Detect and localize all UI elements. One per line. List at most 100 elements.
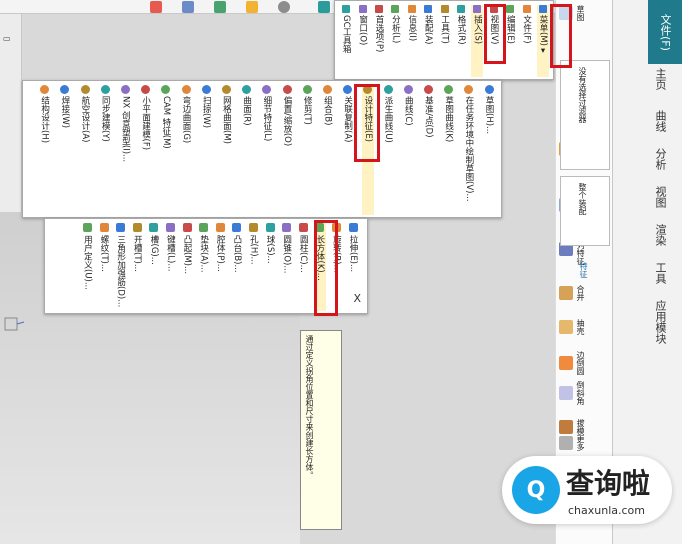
menu-item-icon: [464, 85, 474, 94]
menu2-item[interactable]: 在任务环境中绘制草图(V)...: [463, 85, 475, 215]
save-icon[interactable]: [150, 1, 162, 13]
menu2-item[interactable]: 同步建模(Y): [99, 85, 111, 215]
menu3-item[interactable]: 凸起(M)...: [181, 223, 193, 311]
menu3-item[interactable]: 槽(G)...: [148, 223, 160, 311]
scroll-handle-icon[interactable]: ▭: [3, 34, 11, 43]
menu-item-label: 球(S)...: [265, 235, 275, 264]
menu-item-icon: [423, 85, 433, 94]
menu1-item[interactable]: 插入(S): [471, 5, 484, 77]
menu3-item[interactable]: 三角形加强筋(D)...: [115, 223, 127, 311]
tooltip: 通过定义拐角位置和尺寸来创建长方体。: [300, 330, 342, 530]
tab-tools[interactable]: 工具: [652, 262, 668, 284]
assembly-scope[interactable]: 整个装配: [560, 176, 610, 246]
menu1-item[interactable]: 编辑(E): [504, 5, 516, 77]
tab-analysis[interactable]: 分析: [652, 148, 668, 170]
menu2-item[interactable]: 扫掠(W): [200, 85, 212, 215]
menu2-item[interactable]: 草图(H)...: [483, 85, 495, 215]
menu2-item[interactable]: NX 创意塑型(I)...: [119, 85, 131, 215]
menu-item-label: CAM 特征(M): [160, 96, 171, 149]
menu2-item[interactable]: 修剪(T): [301, 85, 313, 215]
tool-edge-blend[interactable]: 边倒圆: [559, 351, 611, 375]
color-icon[interactable]: [246, 1, 258, 13]
menu3-item[interactable]: 螺纹(T)...: [98, 223, 110, 311]
menu-item-icon: [100, 85, 110, 94]
menu-item-icon: [444, 85, 454, 94]
tool-unite[interactable]: 合并: [559, 284, 611, 302]
tab-view[interactable]: 视图: [652, 186, 668, 208]
menu1-item[interactable]: 首选项(P): [373, 5, 385, 77]
menu1-item[interactable]: 窗口(O): [357, 5, 369, 77]
menu2-item[interactable]: 焊接(W): [59, 85, 71, 215]
menu2-item[interactable]: 小平面建模(F): [140, 85, 152, 215]
tool-more[interactable]: 更多: [559, 434, 611, 452]
menu1-item[interactable]: 分析(L): [389, 5, 401, 77]
menu-item-label: 编辑(E): [505, 15, 516, 45]
menu-item-label: 同步建模(Y): [100, 96, 111, 142]
selection-filter[interactable]: 没有选择过滤器: [560, 60, 610, 170]
tool-shell[interactable]: 抽壳: [559, 318, 611, 336]
menu3-item[interactable]: 孔(H)...: [247, 223, 259, 311]
menu3-item[interactable]: 键槽(L)...: [164, 223, 176, 311]
menu1-item[interactable]: 文件(F): [521, 5, 533, 77]
menu2-item[interactable]: 曲线(C): [402, 85, 414, 215]
menu-item-label: 草图曲线(K): [443, 96, 454, 143]
menu2-item[interactable]: CAM 特征(M): [160, 85, 172, 215]
menu-item-icon: [473, 5, 482, 13]
menu-item-icon: [221, 85, 231, 94]
window-icon[interactable]: [318, 1, 330, 13]
file-menu-button[interactable]: 文件(F): [648, 0, 682, 64]
menu2-item[interactable]: 草图曲线(K): [443, 85, 455, 215]
menu-item-label: 曲面(R): [241, 96, 252, 126]
watermark-title: 查询啦: [566, 467, 651, 500]
menu-item-icon: [182, 223, 192, 232]
menu2-item[interactable]: 曲面(R): [241, 85, 253, 215]
menu3-item[interactable]: 球(S)...: [264, 223, 276, 311]
menu3-item[interactable]: 腔体(P)...: [214, 223, 226, 311]
tab-curve[interactable]: 曲线: [652, 110, 668, 132]
menu3-item[interactable]: 圆柱(C)...: [297, 223, 309, 311]
menu2-item[interactable]: 关联复制(A): [342, 85, 354, 215]
watermark-url: chaxunla.com: [568, 504, 645, 517]
menu-item-label: 派生曲线(U): [383, 96, 393, 143]
menu1-item[interactable]: 信息(I): [406, 5, 418, 77]
menu3-item[interactable]: 拉伸(E)...: [347, 223, 359, 311]
menu-item-label: 槽(G)...: [148, 235, 159, 265]
menu1-item[interactable]: 装配(A): [422, 5, 434, 77]
menu-item-label: 工具(T): [439, 15, 450, 44]
tab-application[interactable]: 应用模块: [652, 300, 668, 344]
menu2-item[interactable]: 细节特征(L): [261, 85, 273, 215]
menu-item-icon: [242, 85, 252, 94]
menu2-item[interactable]: 组合(B): [321, 85, 333, 215]
menu-item-label: 首选项(P): [374, 15, 384, 53]
menu-item-icon: [358, 5, 367, 13]
menu3-item[interactable]: 开槽(T)...: [131, 223, 143, 311]
menu1-item[interactable]: 工具(T): [439, 5, 451, 77]
menu2-item[interactable]: 基准/点(D): [422, 85, 434, 215]
menu3-item[interactable]: 凸台(B)...: [231, 223, 243, 311]
menu1-item[interactable]: 菜单(M)▾: [537, 5, 549, 77]
menu2-item[interactable]: 弯边曲面(G): [180, 85, 192, 215]
menu-item-icon: [201, 85, 211, 94]
tab-home[interactable]: 主页: [652, 68, 668, 90]
menu2-item[interactable]: 网格曲面(M): [220, 85, 232, 215]
filter-label: 没有选择过滤器: [578, 67, 587, 123]
clock-icon[interactable]: [278, 1, 290, 13]
menu3-item[interactable]: 垫块(A)...: [198, 223, 210, 311]
menu-item-icon: [440, 5, 449, 13]
redo-icon[interactable]: [214, 1, 226, 13]
menu2-item[interactable]: 派生曲线(U): [382, 85, 394, 215]
menu2-item[interactable]: 结构设计(H): [39, 85, 51, 215]
edge-blend-icon: [559, 356, 573, 370]
menu2-item[interactable]: 航空设计(A): [79, 85, 91, 215]
menu1-item[interactable]: GC工具箱: [340, 5, 352, 77]
menu2-item[interactable]: 偏置/缩放(O): [281, 85, 293, 215]
menu3-item[interactable]: 用户定义(U)...: [81, 223, 93, 311]
menu-item-label: 结构设计(H): [39, 96, 50, 144]
tool-chamfer[interactable]: 倒斜角: [559, 381, 611, 405]
menu-item-label: 孔(H)...: [248, 235, 259, 265]
tab-render[interactable]: 渲染: [652, 224, 668, 246]
menu1-item[interactable]: 格式(R): [455, 5, 467, 77]
menu3-item[interactable]: 圆锥(O)...: [281, 223, 293, 311]
assembly-label: 整个装配: [578, 183, 587, 215]
undo-icon[interactable]: [182, 1, 194, 13]
